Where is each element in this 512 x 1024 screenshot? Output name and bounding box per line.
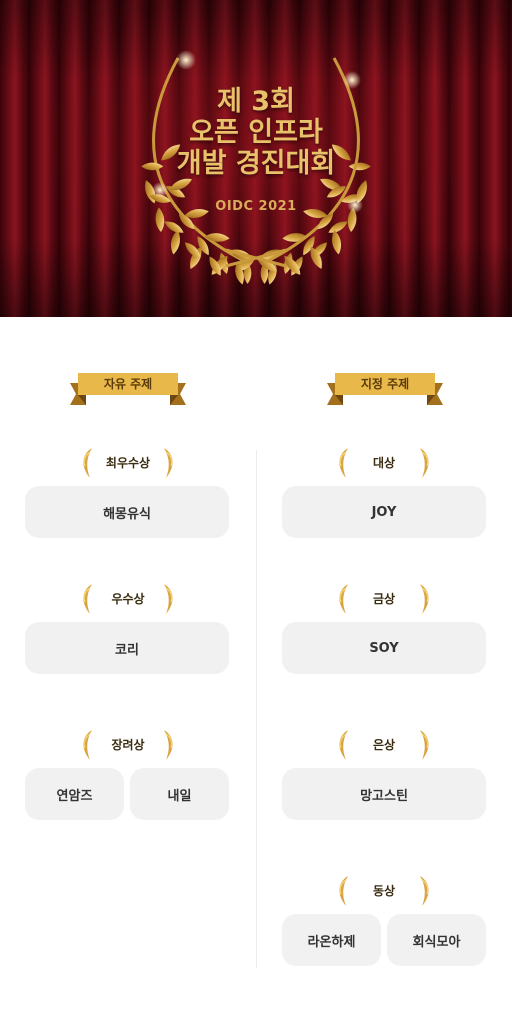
hero-title-line2: 오픈 인프라 xyxy=(189,117,323,148)
hero-title-line3: 개발 경진대회 xyxy=(176,148,336,179)
column-divider xyxy=(256,450,257,968)
award-header-encouragement: 장려상 xyxy=(78,728,178,762)
team-card[interactable]: JOY xyxy=(282,486,486,538)
laurel-branch-icon xyxy=(164,730,173,760)
ribbon-label: 지정 주제 xyxy=(360,377,410,391)
laurel-branch-icon xyxy=(420,876,429,906)
team-card[interactable]: 회식모아 xyxy=(387,914,486,966)
team-card[interactable]: 망고스틴 xyxy=(282,768,486,820)
award-header-silver: 은상 xyxy=(334,728,434,762)
award-header-gold: 금상 xyxy=(334,582,434,616)
team-card[interactable]: 코리 xyxy=(25,622,229,674)
laurel-branch-icon xyxy=(420,448,429,478)
award-header-grand-excellence: 최우수상 xyxy=(78,446,178,480)
team-card[interactable]: SOY xyxy=(282,622,486,674)
ribbon-free-topic: 자유 주제 xyxy=(68,371,188,413)
hero-title-line1: 제 3회 xyxy=(217,86,295,117)
award-header-grand-prize: 대상 xyxy=(334,446,434,480)
laurel-branch-icon xyxy=(164,584,173,614)
ribbon-label: 자유 주제 xyxy=(103,377,153,391)
laurel-branch-icon xyxy=(420,730,429,760)
team-card[interactable]: 내일 xyxy=(130,768,229,820)
laurel-branch-icon xyxy=(420,584,429,614)
award-header-excellence: 우수상 xyxy=(78,582,178,616)
hero-subtitle: OIDC 2021 xyxy=(215,199,297,214)
laurel-branch-icon xyxy=(164,448,173,478)
hero-banner: 제 3회 오픈 인프라 개발 경진대회 OIDC 2021 xyxy=(0,0,512,317)
team-card[interactable]: 해몽유식 xyxy=(25,486,229,538)
team-card[interactable]: 연암즈 xyxy=(25,768,124,820)
team-card[interactable]: 라온하제 xyxy=(282,914,381,966)
ribbon-assigned-topic: 지정 주제 xyxy=(325,371,445,413)
award-header-bronze: 동상 xyxy=(334,874,434,908)
